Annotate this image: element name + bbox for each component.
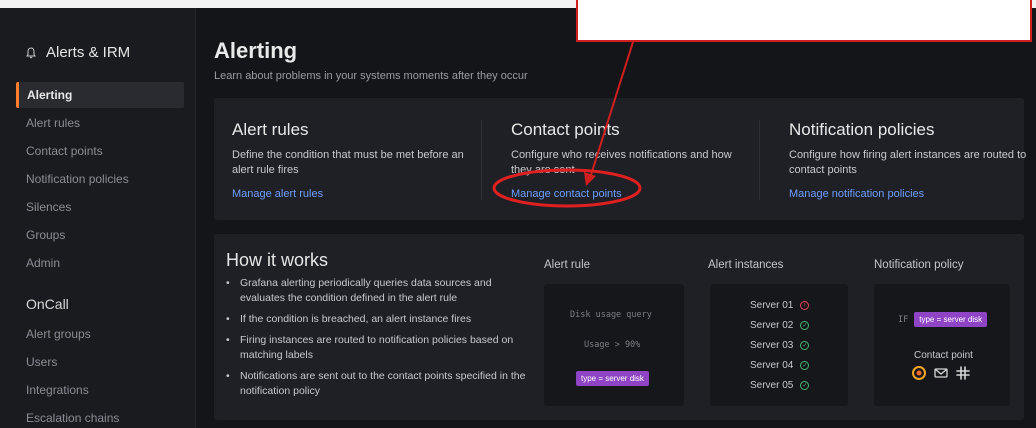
- sidebar-item-alerting[interactable]: Alerting: [16, 82, 184, 108]
- grafana-oncall-icon: [912, 366, 926, 380]
- list-item: • Notifications are sent out to the conta…: [226, 370, 526, 397]
- contact-points-title: Contact points: [511, 120, 620, 139]
- sidebar-item-groups[interactable]: Groups: [16, 222, 184, 248]
- alert-rules-title: Alert rules: [232, 120, 309, 139]
- list-item: Server 02 ✓: [750, 320, 810, 331]
- label-tag: type = server disk: [576, 371, 649, 386]
- slack-icon: [956, 366, 970, 380]
- query-text: Disk usage query: [570, 310, 652, 320]
- ok-status-icon: ✓: [800, 321, 810, 330]
- list-item: Server 05 ✓: [750, 380, 810, 391]
- alert-rule-label: Alert rule: [544, 259, 591, 271]
- list-item: Server 04 ✓: [750, 360, 810, 371]
- label-tag: type = server disk: [914, 312, 988, 327]
- sidebar-item-silences[interactable]: Silences: [16, 194, 184, 220]
- list-item: • If the condition is breached, an alert …: [226, 313, 472, 325]
- list-item: Server 03 ✓: [750, 340, 810, 351]
- sidebar-title: Alerts & IRM: [46, 44, 131, 61]
- alert-instances-label: Alert instances: [708, 259, 784, 271]
- ok-status-icon: ✓: [800, 381, 810, 390]
- how-it-works-card: How it works • Grafana alerting periodica…: [214, 234, 1024, 420]
- if-keyword: IF: [898, 314, 909, 325]
- column-divider: [759, 120, 760, 200]
- sidebar-section-oncall[interactable]: OnCall: [26, 296, 69, 312]
- alert-rules-description: Define the condition that must be met be…: [232, 149, 464, 176]
- alert-rules-column: Alert rules Define the condition that mu…: [232, 120, 472, 200]
- ok-status-icon: ✓: [800, 341, 810, 350]
- column-divider: [481, 120, 482, 200]
- sidebar: Alerts & IRM Alerting Alert rules Contac…: [0, 8, 196, 428]
- list-item: • Grafana alerting periodically queries d…: [226, 276, 526, 306]
- notification-policies-column: Notification policies Configure how firi…: [789, 120, 1029, 200]
- server-name: Server 04: [750, 360, 794, 371]
- bullet-text: Notifications are sent out to the contac…: [240, 370, 526, 397]
- notification-policies-description: Configure how firing alert instances are…: [789, 149, 1027, 176]
- notification-policy-label: Notification policy: [874, 259, 964, 271]
- bell-icon: [26, 46, 36, 58]
- alert-instances-box: Server 01! Server 02 ✓ Server 03 ✓ Server …: [710, 284, 848, 406]
- sidebar-item-notification-policies[interactable]: Notification policies: [16, 166, 184, 192]
- manage-notification-policies-link[interactable]: Manage notification policies: [789, 188, 1029, 200]
- server-name: Server 02: [750, 320, 794, 331]
- condition-text: Usage > 90%: [584, 340, 641, 350]
- list-item: Server 01!: [750, 300, 810, 311]
- manage-contact-points-link[interactable]: Manage contact points: [511, 188, 751, 200]
- how-it-works-list: • Grafana alerting periodically queries d…: [226, 276, 526, 405]
- overview-card: Alert rules Define the condition that mu…: [214, 98, 1026, 220]
- sidebar-item-admin[interactable]: Admin: [16, 250, 184, 276]
- sidebar-item-contact-points[interactable]: Contact points: [16, 138, 184, 164]
- sidebar-item-integrations[interactable]: Integrations: [16, 377, 184, 403]
- sidebar-header: Alerts & IRM: [26, 44, 130, 61]
- manage-alert-rules-link[interactable]: Manage alert rules: [232, 188, 472, 200]
- page-subtitle: Learn about problems in your systems mom…: [214, 70, 528, 82]
- sidebar-item-escalation-chains[interactable]: Escalation chains: [16, 405, 184, 428]
- list-item: • Firing instances are routed to notifica…: [226, 333, 526, 363]
- how-it-works-title: How it works: [226, 250, 329, 270]
- contact-point-label: Contact point: [914, 350, 973, 361]
- bullet-text: Grafana alerting periodically queries da…: [240, 277, 492, 304]
- main-content: Alerting Learn about problems in your sy…: [196, 8, 1036, 428]
- email-icon: [934, 368, 948, 378]
- firing-status-icon: !: [800, 301, 810, 310]
- sidebar-item-alert-rules[interactable]: Alert rules: [16, 110, 184, 136]
- server-name: Server 05: [750, 380, 794, 391]
- alert-rule-box: Disk usage query Usage > 90% type = serv…: [544, 284, 684, 406]
- annotation-callout: [576, 0, 1032, 42]
- notification-policies-title: Notification policies: [789, 120, 935, 139]
- sidebar-item-users[interactable]: Users: [16, 349, 184, 375]
- bullet-text: Firing instances are routed to notificat…: [240, 334, 514, 361]
- sidebar-item-alert-groups[interactable]: Alert groups: [16, 321, 184, 347]
- server-name: Server 03: [750, 340, 794, 351]
- page-title: Alerting: [214, 38, 298, 63]
- ok-status-icon: ✓: [800, 361, 810, 370]
- bullet-text: If the condition is breached, an alert i…: [240, 313, 472, 325]
- contact-points-column: Contact points Configure who receives no…: [511, 120, 751, 200]
- server-name: Server 01: [750, 300, 794, 311]
- notification-policy-box: IF type = server disk Contact point: [874, 284, 1010, 406]
- contact-points-description: Configure who receives notifications and…: [511, 149, 732, 176]
